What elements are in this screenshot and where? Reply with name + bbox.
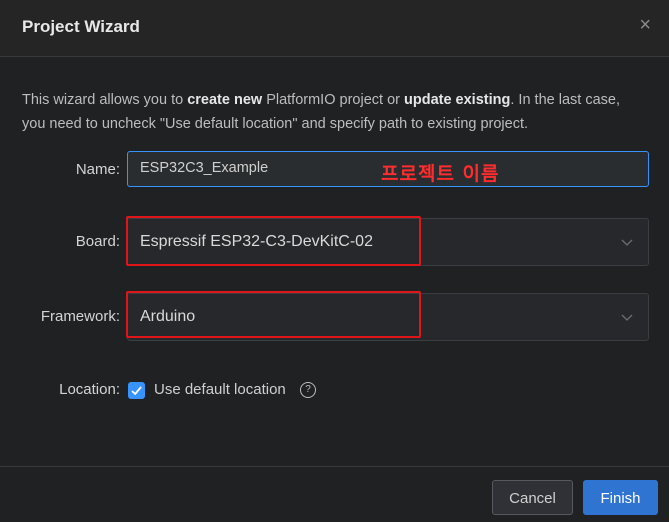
framework-label: Framework: bbox=[40, 308, 120, 325]
board-select-value: Espressif ESP32-C3-DevKitC-02 bbox=[140, 233, 373, 250]
name-label: Name: bbox=[75, 161, 120, 178]
finish-button[interactable]: Finish bbox=[583, 480, 658, 515]
dialog-header: Project Wizard × bbox=[0, 0, 669, 57]
cancel-button[interactable]: Cancel bbox=[492, 480, 573, 515]
location-label: Location: bbox=[59, 381, 120, 398]
intro-bold-1: create new bbox=[187, 92, 263, 108]
framework-select-value: Arduino bbox=[140, 308, 196, 325]
framework-select[interactable]: Arduino bbox=[127, 293, 649, 341]
dialog-title: Project Wizard bbox=[22, 17, 140, 36]
board-label: Board: bbox=[75, 233, 120, 250]
close-icon[interactable]: × bbox=[639, 15, 651, 35]
default-location-label[interactable]: Use default location bbox=[154, 381, 286, 398]
intro-bold-2: update existing bbox=[404, 92, 511, 108]
intro-part-1: This wizard allows you to bbox=[22, 92, 188, 108]
intro-text: This wizard allows you to create new Pla… bbox=[22, 88, 642, 136]
checkmark-icon bbox=[131, 386, 142, 396]
default-location-checkbox[interactable] bbox=[128, 382, 145, 399]
footer-divider bbox=[0, 466, 669, 467]
chevron-down-icon bbox=[621, 239, 633, 246]
chevron-down-icon bbox=[621, 314, 633, 321]
name-annotation: 프로젝트 이름 bbox=[381, 163, 500, 185]
board-select[interactable]: Espressif ESP32-C3-DevKitC-02 bbox=[127, 218, 649, 266]
help-icon[interactable]: ? bbox=[300, 382, 316, 398]
intro-part-2: PlatformIO project or bbox=[262, 92, 404, 108]
